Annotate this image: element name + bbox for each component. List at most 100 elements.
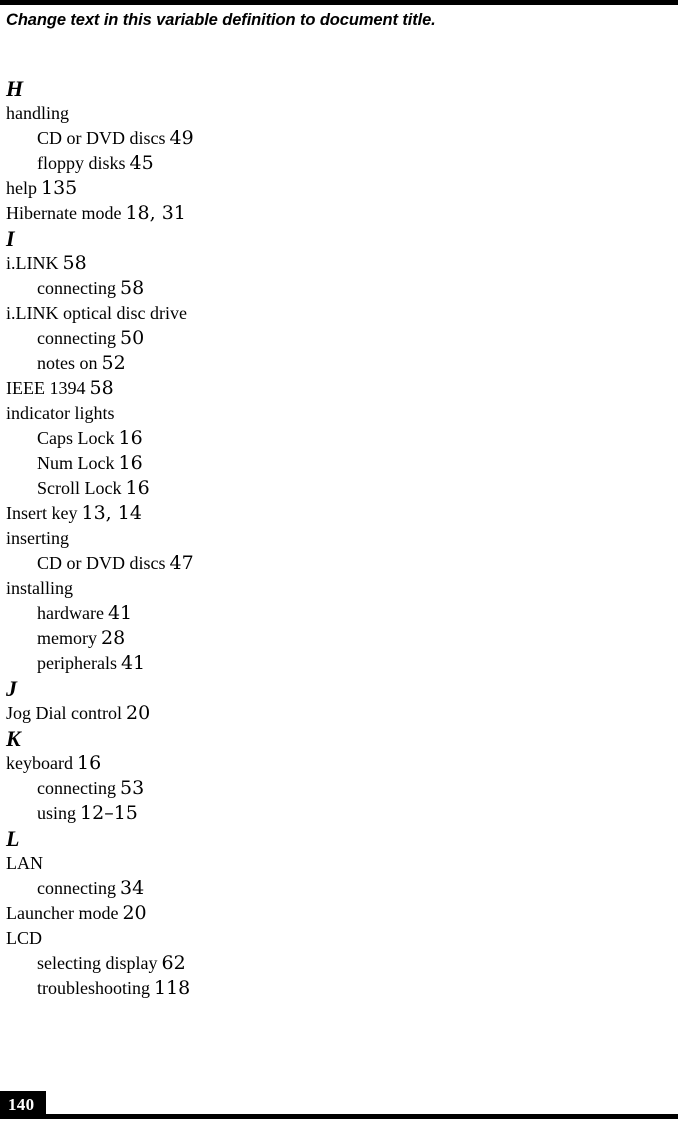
index-entry-pages: 20: [125, 702, 151, 724]
index-subentry: selecting display 62: [0, 951, 678, 976]
index-entry-label: using: [37, 803, 77, 823]
index-entry-label: CD or DVD discs: [37, 553, 166, 573]
index-entry: Hibernate mode 18, 31: [0, 201, 678, 226]
index-entry: LCD: [0, 926, 678, 951]
index-entry-label: indicator lights: [6, 403, 115, 423]
index-entry: Jog Dial control 20: [0, 701, 678, 726]
index-entry-pages: 50: [119, 327, 145, 349]
index-entry-label: notes on: [37, 353, 98, 373]
index-entry-pages: 62: [161, 952, 186, 974]
index-entry: keyboard 16: [0, 751, 678, 776]
index-entry-pages: 47: [169, 552, 194, 574]
index-entry-pages: 16: [76, 752, 102, 774]
index-entry: Launcher mode 20: [0, 901, 678, 926]
index-entry-label: installing: [6, 578, 73, 598]
index-section-letter: K: [6, 726, 21, 751]
index-entry-pages: 118: [154, 977, 191, 999]
index-subentry: floppy disks 45: [0, 151, 678, 176]
index-entry-pages: 13, 14: [81, 502, 142, 524]
index-entry-label: peripherals: [37, 653, 117, 673]
index-entry-pages: 20: [122, 902, 147, 924]
index-entry-label: memory: [37, 628, 97, 648]
index-section-letter: L: [6, 826, 20, 851]
index-entry-label: i.LINK: [6, 253, 59, 273]
index-subentry: troubleshooting 118: [0, 976, 678, 1001]
page-number: 140: [8, 1095, 35, 1114]
index-subentry: Num Lock 16: [0, 451, 678, 476]
index-entry-label: Num Lock: [37, 453, 115, 473]
index-entry-label: i.LINK optical disc drive: [6, 303, 187, 323]
index-entry-pages: 52: [101, 352, 126, 374]
index-entry: LAN: [0, 851, 678, 876]
index-subentry: hardware 41: [0, 601, 678, 626]
index-entry-pages: 18, 31: [125, 202, 186, 224]
index-content: Hhandling CD or DVD discs 49 floppy disks 45…: [0, 76, 678, 1001]
index-entry: i.LINK optical disc drive: [0, 301, 678, 326]
index-subentry: CD or DVD discs 47: [0, 551, 678, 576]
index-entry: Insert key 13, 14: [0, 501, 678, 526]
index-subentry: connecting 34: [0, 876, 678, 901]
index-entry-label: Scroll Lock: [37, 478, 122, 498]
index-entry: installing: [0, 576, 678, 601]
index-entry-pages: 58: [89, 377, 114, 399]
index-entry-pages: 34: [119, 877, 145, 899]
index-entry-label: connecting: [37, 878, 116, 898]
index-entry-label: handling: [6, 103, 69, 123]
index-entry-label: selecting display: [37, 953, 158, 973]
index-entry-label: Launcher mode: [6, 903, 119, 923]
document-page: Change text in this variable definition …: [0, 0, 678, 1127]
index-subentry: connecting 50: [0, 326, 678, 351]
index-entry-pages: 49: [169, 127, 194, 149]
index-subentry: peripherals 41: [0, 651, 678, 676]
index-subentry: connecting 53: [0, 776, 678, 801]
index-entry-label: CD or DVD discs: [37, 128, 166, 148]
index-entry-pages: 41: [120, 652, 146, 674]
index-subentry: connecting 58: [0, 276, 678, 301]
index-entry-label: Insert key: [6, 503, 78, 523]
index-entry-label: connecting: [37, 778, 116, 798]
index-subentry: notes on 52: [0, 351, 678, 376]
footer-rule: [0, 1114, 678, 1119]
index-entry-pages: 53: [119, 777, 145, 799]
index-subentry: Caps Lock 16: [0, 426, 678, 451]
document-header-note: Change text in this variable definition …: [6, 11, 436, 29]
index-entry: indicator lights: [0, 401, 678, 426]
index-entry: IEEE 1394 58: [0, 376, 678, 401]
index-entry-pages: 16: [118, 452, 143, 474]
index-entry-label: connecting: [37, 278, 116, 298]
index-entry-pages: 16: [118, 427, 143, 449]
index-entry-label: troubleshooting: [37, 978, 150, 998]
index-subentry: Scroll Lock 16: [0, 476, 678, 501]
index-subentry: using 12–15: [0, 801, 678, 826]
index-entry-pages: 45: [129, 152, 154, 174]
index-entry: i.LINK 58: [0, 251, 678, 276]
index-subentry: memory 28: [0, 626, 678, 651]
index-entry-label: keyboard: [6, 753, 73, 773]
index-entry-label: LAN: [6, 853, 43, 873]
index-entry-label: Hibernate mode: [6, 203, 122, 223]
index-entry-label: Jog Dial control: [6, 703, 122, 723]
index-entry: inserting: [0, 526, 678, 551]
index-section-letter: H: [6, 76, 24, 101]
index-entry-pages: 12–15: [80, 802, 138, 824]
index-entry: help 135: [0, 176, 678, 201]
index-entry-label: connecting: [37, 328, 116, 348]
index-section-letter: J: [6, 676, 17, 701]
index-entry-pages: 58: [62, 252, 87, 274]
header-rule: [0, 0, 678, 5]
index-section-letter: I: [6, 226, 15, 251]
index-entry: handling: [0, 101, 678, 126]
index-entry-label: LCD: [6, 928, 42, 948]
index-entry-pages: 135: [41, 177, 78, 199]
index-entry-label: IEEE 1394: [6, 378, 86, 398]
index-entry-label: floppy disks: [37, 153, 126, 173]
index-entry-pages: 58: [119, 277, 145, 299]
index-entry-label: Caps Lock: [37, 428, 115, 448]
index-entry-label: hardware: [37, 603, 104, 623]
index-entry-pages: 41: [107, 602, 133, 624]
index-entry-label: inserting: [6, 528, 69, 548]
index-entry-pages: 16: [125, 477, 150, 499]
index-subentry: CD or DVD discs 49: [0, 126, 678, 151]
index-entry-label: help: [6, 178, 37, 198]
index-entry-pages: 28: [101, 627, 126, 649]
